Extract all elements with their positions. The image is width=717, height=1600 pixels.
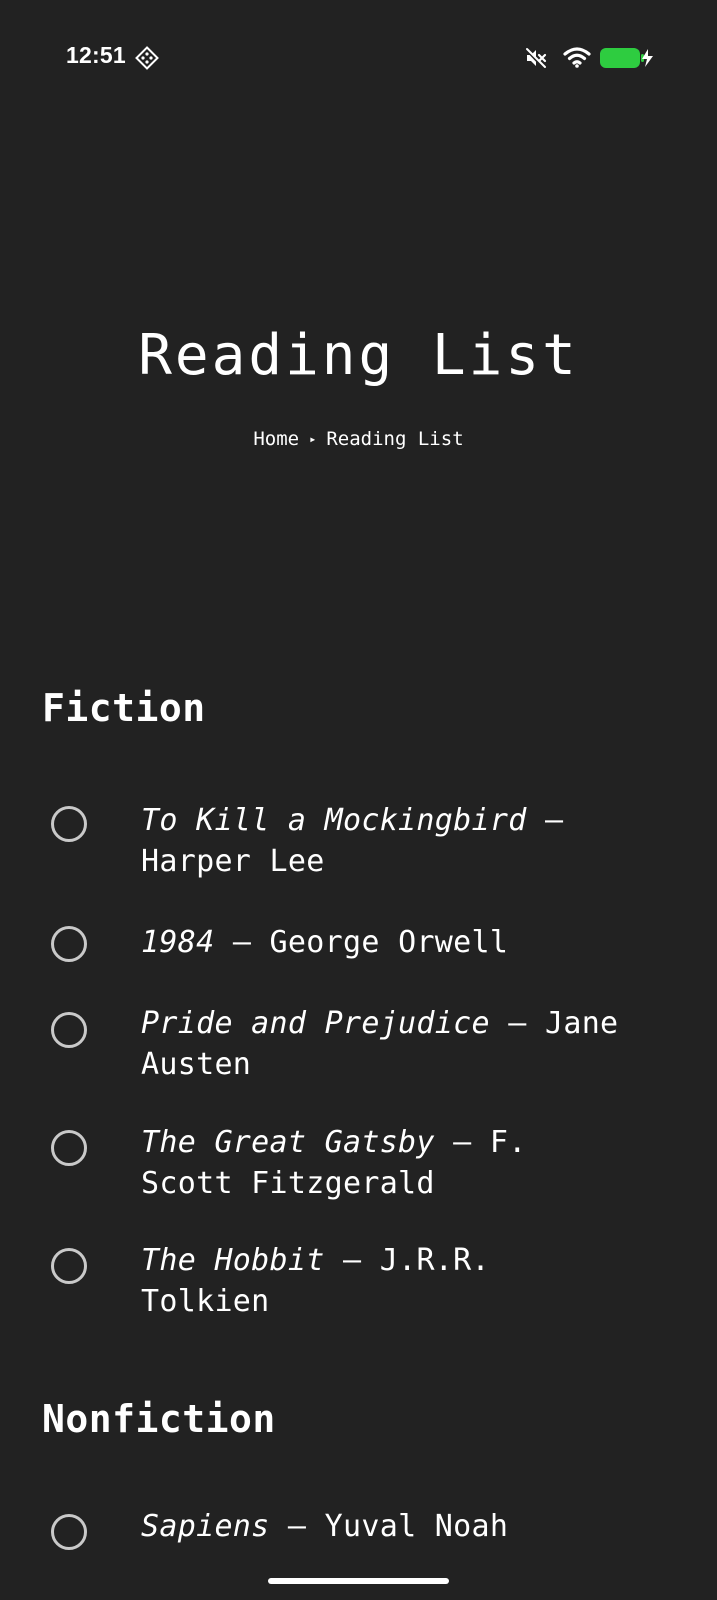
- book-entry: To Kill a Mockingbird — Harper Lee: [141, 800, 681, 882]
- book-author: Yuval Noah: [324, 1509, 509, 1544]
- book-entry: The Hobbit — J.R.R. Tolkien: [141, 1240, 681, 1322]
- book-entry: The Great Gatsby — F. Scott Fitzgerald: [141, 1122, 681, 1204]
- book-author-initials: J.R.R.: [379, 1243, 490, 1278]
- book-entry: Pride and Prejudice — Jane Austen: [141, 1003, 681, 1085]
- book-dash: —: [434, 1125, 490, 1160]
- book-author-last: Tolkien: [141, 1284, 270, 1319]
- book-author: Harper Lee: [141, 844, 325, 879]
- home-indicator[interactable]: [268, 1578, 449, 1584]
- book-dash: —: [489, 1006, 545, 1041]
- book-author: George Orwell: [269, 925, 509, 960]
- breadcrumb: Home ▸ Reading List: [0, 428, 717, 450]
- status-bar: 12:51: [0, 0, 717, 114]
- section-heading-nonfiction: Nonfiction: [42, 1397, 276, 1441]
- book-title: The Hobbit: [141, 1243, 325, 1278]
- read-checkbox[interactable]: [51, 926, 87, 962]
- book-author-rest: Scott Fitzgerald: [141, 1166, 435, 1201]
- book-title: Pride and Prejudice: [141, 1006, 490, 1041]
- read-checkbox[interactable]: [51, 1514, 87, 1550]
- book-author-first: Jane: [544, 1006, 619, 1041]
- breadcrumb-current: Reading List: [326, 428, 464, 450]
- book-dash: —: [324, 1243, 380, 1278]
- battery-charging-icon: [600, 48, 653, 68]
- app-badge-icon: [135, 46, 159, 70]
- read-checkbox[interactable]: [51, 806, 87, 842]
- read-checkbox[interactable]: [51, 1248, 87, 1284]
- book-entry: 1984 — George Orwell: [141, 922, 681, 963]
- book-dash: —: [269, 1509, 325, 1544]
- read-checkbox[interactable]: [51, 1130, 87, 1166]
- reading-list-screen: 12:51 Reading List Home ▸ Reading List F…: [0, 0, 717, 1600]
- read-checkbox[interactable]: [51, 1012, 87, 1048]
- book-title: 1984: [141, 925, 215, 960]
- mute-icon: [524, 47, 547, 70]
- book-title: To Kill a Mockingbird: [141, 803, 527, 838]
- book-author-last: Austen: [141, 1047, 252, 1082]
- book-title: The Great Gatsby: [141, 1125, 435, 1160]
- page-title: Reading List: [138, 323, 579, 388]
- book-dash: —: [214, 925, 270, 960]
- section-heading-fiction: Fiction: [42, 686, 206, 730]
- book-title: Sapiens: [141, 1509, 270, 1544]
- book-entry: Sapiens — Yuval Noah: [141, 1506, 681, 1547]
- breadcrumb-separator-icon: ▸: [309, 432, 317, 446]
- book-dash: —: [526, 803, 564, 838]
- wifi-icon: [563, 47, 591, 68]
- breadcrumb-home-link[interactable]: Home: [253, 428, 299, 450]
- book-author-initial: F.: [489, 1125, 527, 1160]
- status-time: 12:51: [66, 42, 126, 68]
